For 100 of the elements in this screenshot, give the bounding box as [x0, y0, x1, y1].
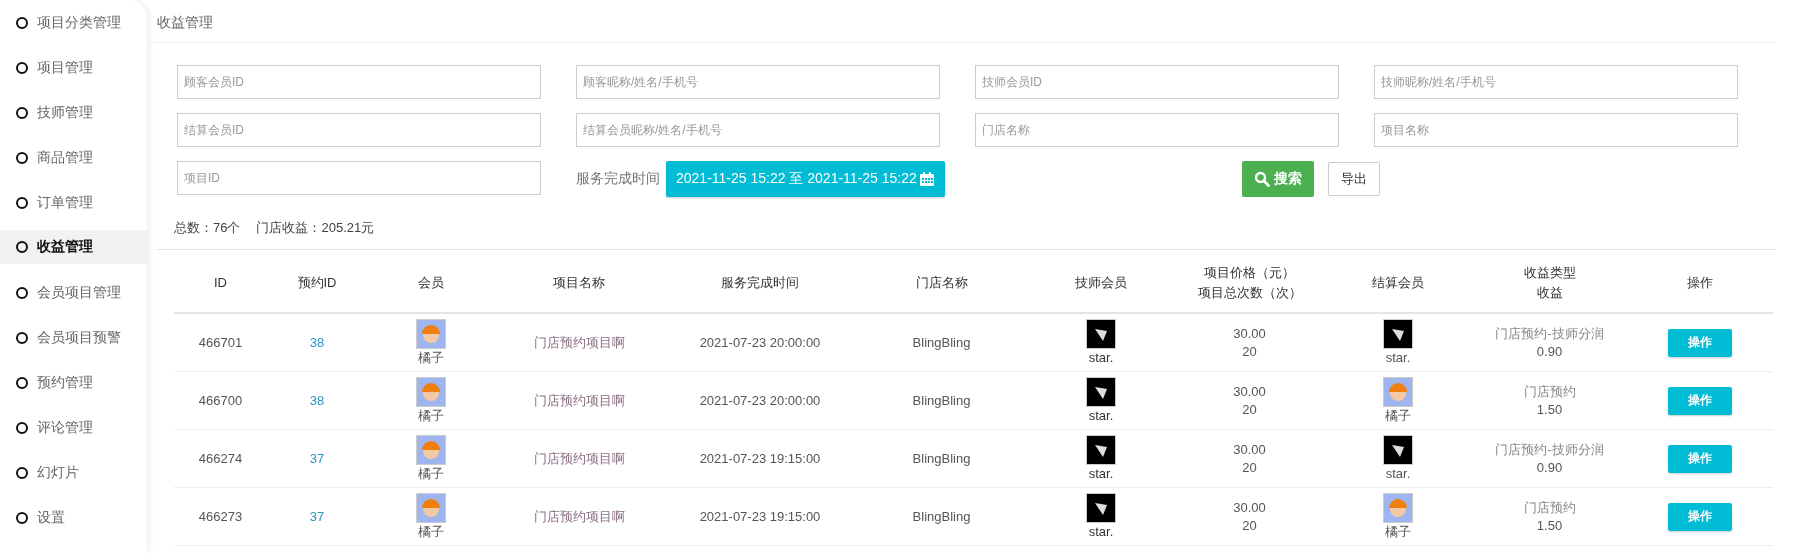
table-cell: 20: [1242, 516, 1257, 535]
circle-icon: [16, 106, 28, 119]
member-name: star.: [1385, 464, 1411, 483]
member-name: star.: [1088, 406, 1114, 425]
member-name: star.: [1088, 464, 1114, 483]
avatar-icon: [1383, 318, 1413, 349]
column-header: 门店名称: [914, 274, 969, 292]
table-cell: BlingBling: [912, 507, 971, 526]
column-header: 会员: [416, 274, 445, 292]
table-cell: 2021-07-23 20:00:00: [699, 391, 821, 410]
table-cell: BlingBling: [912, 391, 971, 410]
avatar-icon: [1383, 376, 1413, 407]
member-name: star.: [1088, 522, 1114, 541]
input-field[interactable]: 技师昵称/姓名/手机号: [1374, 65, 1738, 99]
column-header: ID: [213, 274, 228, 292]
sidebar-item[interactable]: 会员项目管理: [0, 270, 147, 315]
column-header: 服务完成时间: [720, 274, 800, 292]
table-cell: 30.00: [1233, 498, 1266, 517]
input-field[interactable]: 项目名称: [1374, 113, 1738, 147]
sidebar-item[interactable]: 幻灯片: [0, 450, 147, 495]
table-cell: 466701: [198, 333, 243, 352]
table-cell: BlingBling: [912, 449, 971, 468]
member-name: 橘子: [417, 406, 444, 425]
table-cell: 0.90: [1536, 458, 1563, 477]
input-field[interactable]: 技师会员ID: [975, 65, 1339, 99]
avatar-icon: [1086, 492, 1116, 523]
sidebar-item[interactable]: 订单管理: [0, 180, 147, 225]
sidebar-item[interactable]: 会员项目预警: [0, 315, 147, 360]
column-header: 项目名称: [552, 274, 606, 292]
input-field[interactable]: 顾客会员ID: [177, 65, 541, 99]
table-cell: 门店预约项目啊: [533, 333, 625, 352]
circle-icon: [16, 331, 28, 344]
column-header: 项目价格（元） 项目总次数（次）: [1196, 264, 1303, 302]
table-cell: 2021-07-23 20:00:00: [699, 333, 821, 352]
sidebar-item[interactable]: 技师管理: [0, 90, 147, 135]
circle-icon: [16, 286, 28, 299]
column-header: 结算会员: [1371, 274, 1425, 292]
table-cell: 门店预约: [1523, 498, 1576, 517]
table-cell: 门店预约-技师分润: [1495, 440, 1604, 459]
member-name: 橘子: [417, 348, 444, 367]
member-name: star.: [1088, 348, 1114, 367]
table-cell: 0.90: [1536, 342, 1563, 361]
input-field[interactable]: 顾客昵称/姓名/手机号: [576, 65, 940, 99]
table-cell: 2021-07-23 19:15:00: [699, 449, 821, 468]
table-cell: 466700: [198, 391, 243, 410]
avatar-icon: [1383, 434, 1413, 465]
page-title: 收益管理: [149, 0, 1776, 43]
circle-icon: [16, 241, 28, 253]
avatar-icon: [1086, 318, 1116, 349]
sidebar-item[interactable]: 商品管理: [0, 135, 147, 180]
table-cell: 466274: [198, 449, 243, 468]
sidebar-item[interactable]: 收益管理: [0, 230, 147, 264]
member-name: 橘子: [417, 522, 444, 541]
table-cell: 20: [1242, 458, 1257, 477]
table-cell: 门店预约-技师分润: [1495, 324, 1604, 343]
table-cell: 30.00: [1233, 382, 1266, 401]
table-cell: 1.50: [1536, 516, 1563, 535]
table-cell: 门店预约: [1523, 382, 1576, 401]
circle-icon: [16, 466, 28, 479]
avatar-icon: [1086, 376, 1116, 407]
date-label: 服务完成时间: [576, 170, 660, 188]
input-field[interactable]: 结算会员昵称/姓名/手机号: [576, 113, 940, 147]
calendar-icon: [918, 171, 935, 187]
table-cell: 30.00: [1233, 324, 1266, 343]
avatar-icon: [1383, 492, 1413, 523]
sidebar-item[interactable]: 项目管理: [0, 45, 147, 90]
search-icon: [1254, 171, 1270, 187]
table-cell: 466273: [198, 507, 243, 526]
circle-icon: [16, 196, 28, 209]
sidebar-item[interactable]: 设置: [0, 495, 147, 540]
circle-icon: [16, 421, 28, 434]
table-cell: 1.50: [1536, 400, 1563, 419]
column-header: 技师会员: [1074, 274, 1128, 292]
input-field[interactable]: 项目ID: [177, 161, 541, 195]
booking-link[interactable]: 38: [309, 391, 325, 410]
table-cell: 30.00: [1233, 440, 1266, 459]
table-cell: 门店预约项目啊: [533, 391, 625, 410]
avatar-icon: [415, 376, 446, 407]
column-header: 操作: [1686, 274, 1714, 292]
total-count: 总数：76个: [174, 219, 241, 237]
sidebar-item[interactable]: 预约管理: [0, 360, 147, 405]
avatar-icon: [1086, 434, 1116, 465]
table-cell: 2021-07-23 19:15:00: [699, 507, 821, 526]
booking-link[interactable]: 37: [309, 507, 325, 526]
export-button[interactable]: 导出: [1328, 162, 1380, 196]
avatar-icon: [415, 492, 446, 523]
avatar-icon: [415, 318, 446, 349]
input-field[interactable]: 门店名称: [975, 113, 1339, 147]
booking-link[interactable]: 37: [309, 449, 325, 468]
table-cell: 门店预约项目啊: [533, 507, 625, 526]
booking-link[interactable]: 38: [309, 333, 325, 352]
circle-icon: [16, 151, 28, 164]
member-name: 橘子: [1385, 522, 1411, 541]
sidebar-item[interactable]: 评论管理: [0, 405, 147, 450]
table-cell: 20: [1242, 400, 1257, 419]
sidebar-item[interactable]: 项目分类管理: [0, 0, 147, 45]
table-cell: 门店预约项目啊: [533, 449, 625, 468]
circle-icon: [16, 511, 28, 524]
circle-icon: [16, 376, 28, 389]
input-field[interactable]: 结算会员ID: [177, 113, 541, 147]
